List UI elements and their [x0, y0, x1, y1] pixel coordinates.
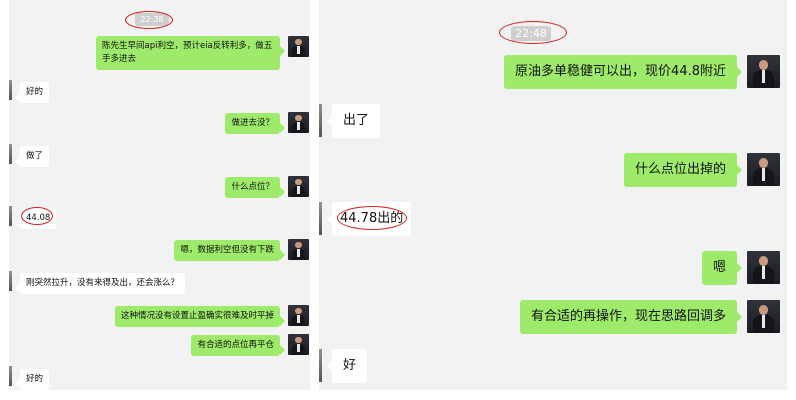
avatar-contact-icon[interactable]	[319, 349, 322, 382]
avatar-contact-icon[interactable]	[9, 366, 12, 386]
avatar-contact-icon[interactable]	[9, 144, 12, 164]
message-bubble-outgoing[interactable]: 什么点位出掉的	[623, 153, 743, 187]
message-bubble-outgoing[interactable]: 陈先生早间api利空，预计eia反转利多，做五手多进去	[96, 36, 285, 70]
message-bubble-outgoing[interactable]: 做进去没？	[225, 113, 285, 134]
avatar-contact-icon[interactable]	[319, 104, 322, 137]
message-bubble-outgoing[interactable]: 原油多单稳健可以出，现价44.8附近	[504, 55, 742, 89]
annotation-circle-timestamp	[125, 11, 173, 29]
annotation-circle-price	[337, 206, 407, 230]
avatar-businessman-icon[interactable]	[747, 300, 780, 333]
avatar-businessman-icon[interactable]	[288, 112, 309, 133]
message-bubble-incoming[interactable]: 好	[326, 349, 368, 383]
avatar-businessman-icon[interactable]	[747, 55, 780, 88]
chat-panel-left: 22:38 陈先生早间api利空，预计eia反转利多，做五手多进去 好的 做进去…	[9, 0, 310, 390]
avatar-contact-icon[interactable]	[9, 206, 12, 226]
message-bubble-outgoing[interactable]: 什么点位？	[225, 177, 285, 198]
message-bubble-incoming[interactable]: 出了	[326, 104, 381, 138]
avatar-businessman-icon[interactable]	[747, 251, 780, 284]
message-bubble-incoming[interactable]: 做了	[14, 146, 50, 167]
avatar-businessman-icon[interactable]	[288, 305, 309, 326]
avatar-contact-icon[interactable]	[9, 80, 12, 100]
annotation-circle-price	[21, 207, 53, 225]
message-bubble-outgoing[interactable]: 嗯	[701, 251, 743, 285]
avatar-contact-icon[interactable]	[319, 202, 322, 235]
message-bubble-outgoing[interactable]: 嗯，数据利空但没有下跌	[174, 240, 285, 261]
avatar-businessman-icon[interactable]	[288, 239, 309, 260]
annotation-circle-timestamp	[499, 21, 567, 44]
message-bubble-incoming[interactable]: 好的	[14, 82, 50, 103]
chat-panel-right: 22:48 原油多单稳健可以出，现价44.8附近 出了 什么点位出掉的 44.7…	[319, 0, 787, 390]
message-bubble-outgoing[interactable]: 有合适的点位再平仓	[191, 335, 285, 356]
avatar-contact-icon[interactable]	[9, 271, 12, 291]
avatar-businessman-icon[interactable]	[288, 334, 309, 355]
avatar-businessman-icon[interactable]	[288, 176, 309, 197]
avatar-businessman-icon[interactable]	[747, 153, 780, 186]
avatar-businessman-icon[interactable]	[288, 36, 309, 57]
message-bubble-incoming[interactable]: 刚突然拉升，没有来得及出，还会涨么？	[14, 273, 186, 294]
message-bubble-outgoing[interactable]: 有合适的再操作，现在思路回调多	[519, 300, 743, 334]
message-bubble-incoming[interactable]: 好的	[14, 369, 50, 390]
message-bubble-outgoing[interactable]: 这种情况没有设置止盈确实很难及时平掉	[114, 306, 286, 327]
